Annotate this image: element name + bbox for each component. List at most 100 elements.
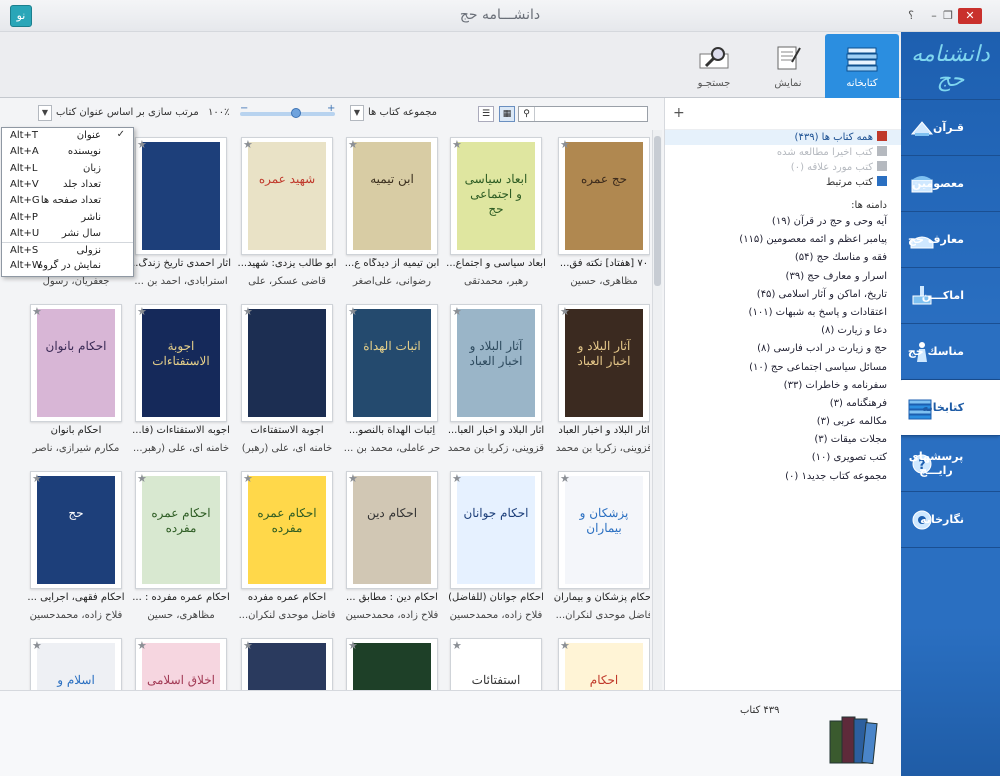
brand-logo[interactable]: دانشنامه حج [901,32,1000,100]
book-cover-frame[interactable]: احكام عمره مفرده ★ [135,471,227,589]
book-cover-frame[interactable]: حج ★ [30,471,122,589]
book-item[interactable]: احكام عمره مفرده ★ احكام عمره مفرده : ... م… [132,471,230,628]
book-cover-frame[interactable]: ابعاد سیاسی و اجتماعی حج ★ [450,137,542,255]
book-item[interactable]: احكام جوانان ★ احكام جوانان (للفاضل) فلاح ز… [448,471,544,628]
book-item[interactable]: احكام دین ★ احكام دین : مطابق ... فلاح زاده… [346,471,438,628]
category-item[interactable]: پیامبر اعظم و ائمه معصومین (۱۱۵) [665,231,901,249]
book-item[interactable]: استفتائات ★ [450,638,542,690]
add-collection-button[interactable]: + [673,105,685,121]
nav-item-masoomin[interactable]: معصومین [901,156,1000,212]
favorite-star-icon[interactable]: ★ [32,473,42,484]
grid-view-button[interactable]: ▦ [499,106,515,122]
book-item[interactable]: ★ [241,638,333,690]
book-cover-frame[interactable]: احكام جوانان ★ [450,471,542,589]
category-item[interactable]: دعا و زیارت (۸) [665,322,901,340]
book-cover[interactable] [142,142,220,250]
category-item[interactable]: سفرنامه و خاطرات (۳۳) [665,377,901,395]
book-title[interactable]: احكام بانوان [26,425,126,436]
favorite-star-icon[interactable]: ★ [243,640,253,651]
book-cover-frame[interactable]: ★ [241,638,333,690]
book-title[interactable]: احكام فقهی، اجرایی ... [26,592,126,603]
book-cover-frame[interactable]: شهید عمره ★ [241,137,333,255]
book-item[interactable]: ★ آثار احمدی تاریخ زندگ... استرآبادی، احمد… [131,137,231,294]
sort-menu-item[interactable]: ناشر Alt+P [2,210,133,227]
favorite-star-icon[interactable]: ★ [560,306,570,317]
book-title[interactable]: اجوبه الاستفتاءات (فا... [131,425,231,436]
book-cover[interactable]: اسلام و تربیت [37,643,115,690]
book-cover-frame[interactable]: آثار البلاد و اخبار العباد ★ [558,304,650,422]
tab-search[interactable]: جستجـو [677,34,751,98]
favorite-star-icon[interactable]: ★ [452,306,462,317]
book-cover[interactable]: ابن تیمیه [353,142,431,250]
book-cover[interactable] [353,643,431,690]
category-item[interactable]: تاریخ، اماكن و آثار اسلامی (۴۵) [665,286,901,304]
zoom-slider[interactable] [240,108,335,118]
library-item[interactable]: همه كتاب ها (۴۳۹) [665,130,901,145]
book-cover-frame[interactable]: پزشکان و بیماران ★ [558,471,650,589]
book-item[interactable]: اجوبة الاستفتاءات ★ اجوبه الاستفتاءات (فا.… [132,304,230,461]
favorite-star-icon[interactable]: ★ [452,640,462,651]
scrollbar-thumb[interactable] [654,136,661,286]
zoom-slider-knob[interactable] [291,108,301,118]
book-cover-frame[interactable]: ★ [241,304,333,422]
book-cover[interactable] [248,309,326,417]
sort-menu-item[interactable]: سال نشر Alt+U [2,226,133,243]
favorite-star-icon[interactable]: ★ [137,473,147,484]
favorite-star-icon[interactable]: ★ [560,640,570,651]
vertical-scrollbar[interactable] [652,130,662,690]
book-cover[interactable] [248,643,326,690]
search-icon[interactable]: ⚲ [519,107,535,121]
favorite-star-icon[interactable]: ★ [137,640,147,651]
favorite-star-icon[interactable]: ★ [32,306,42,317]
book-title[interactable]: ابو طالب یزدی: شهید... [237,258,337,269]
nav-item-library[interactable]: كتابخانه [899,380,1000,436]
book-item[interactable]: آثار البلاد و اخبار العباد ★ آثار البلاد و… [448,304,544,461]
book-cover[interactable]: حج عمره [565,142,643,250]
book-title[interactable]: ابن تیمیه از دیدگاه ع... [342,258,442,269]
book-title[interactable]: احكام پزشكان و بیماران [554,592,650,603]
book-cover-frame[interactable]: احكام دین ★ [346,471,438,589]
book-item[interactable]: اخلاق اسلامی ★ [135,638,227,690]
nav-item-gallery[interactable]: نگارخانه [901,492,1000,548]
book-title[interactable]: اجوبة الاستفتاءات [237,425,337,436]
search-input[interactable]: ⚲ [518,106,648,122]
favorite-star-icon[interactable]: ★ [243,139,253,150]
book-item[interactable]: پزشکان و بیماران ★ احكام پزشكان و بیماران ف… [554,471,650,628]
book-cover-frame[interactable]: ★ [346,638,438,690]
book-cover-frame[interactable]: اسلام و تربیت ★ [30,638,122,690]
book-item[interactable]: اثبات الهداة ★ اِثبات الهداة بالنصو... حر ع… [344,304,440,461]
book-item[interactable]: آثار البلاد و اخبار العباد ★ آثار البلاد و… [556,304,650,461]
category-item[interactable]: مجلات میقات (۳) [665,431,901,449]
category-item[interactable]: اسرار و معارف حج (۳۹) [665,268,901,286]
book-title[interactable]: احكام دین : مطابق ... [342,592,442,603]
library-item[interactable]: كتب اخیرا مطالعه شده [665,145,901,160]
book-cover[interactable]: ابعاد سیاسی و اجتماعی حج [457,142,535,250]
library-item[interactable]: كتب مرتبط [665,175,901,190]
help-button[interactable]: ؟ [901,8,921,24]
book-cover-frame[interactable]: احكام نوجوانان ★ [558,638,650,690]
sort-menu-item[interactable]: تعداد صفحه ها Alt+G [2,193,133,210]
favorite-star-icon[interactable]: ★ [452,473,462,484]
book-title[interactable]: آثار البلاد و اخبار العباد [554,425,650,436]
favorite-star-icon[interactable]: ★ [32,640,42,651]
category-item[interactable]: حج و زیارت در ادب فارسی (۸) [665,340,901,358]
book-cover[interactable]: آثار البلاد و اخبار العباد [565,309,643,417]
nav-item-faq[interactable]: ? پرسشهای رایـــج [901,436,1000,492]
book-cover[interactable]: اجوبة الاستفتاءات [142,309,220,417]
category-item[interactable]: فرهنگنامه (۳) [665,395,901,413]
book-item[interactable]: شهید عمره ★ ابو طالب یزدی: شهید... قاضی عسک… [238,137,336,294]
book-cover-frame[interactable]: احكام بانوان ★ [30,304,122,422]
book-cover-frame[interactable]: استفتائات ★ [450,638,542,690]
book-item[interactable]: ابن تیمیه ★ ابن تیمیه از دیدگاه ع... رضوانی… [345,137,439,294]
sort-dropdown-button[interactable]: ▼ [38,105,52,121]
sort-menu-item[interactable]: نمایش در گروه Alt+W [2,258,133,275]
close-button[interactable]: ✕ [958,8,982,24]
book-title[interactable]: احكام جوانان (للفاضل) [446,592,546,603]
favorite-star-icon[interactable]: ★ [348,139,358,150]
tab-library[interactable]: کتابخانه [825,34,899,98]
favorite-star-icon[interactable]: ★ [137,306,147,317]
favorite-star-icon[interactable]: ★ [560,139,570,150]
book-cover[interactable]: آثار البلاد و اخبار العباد [457,309,535,417]
nav-item-hajj-rites[interactable]: مناسك حج [901,324,1000,380]
category-item[interactable]: مجموعه كتاب جدید۱ (۰) [665,468,901,486]
